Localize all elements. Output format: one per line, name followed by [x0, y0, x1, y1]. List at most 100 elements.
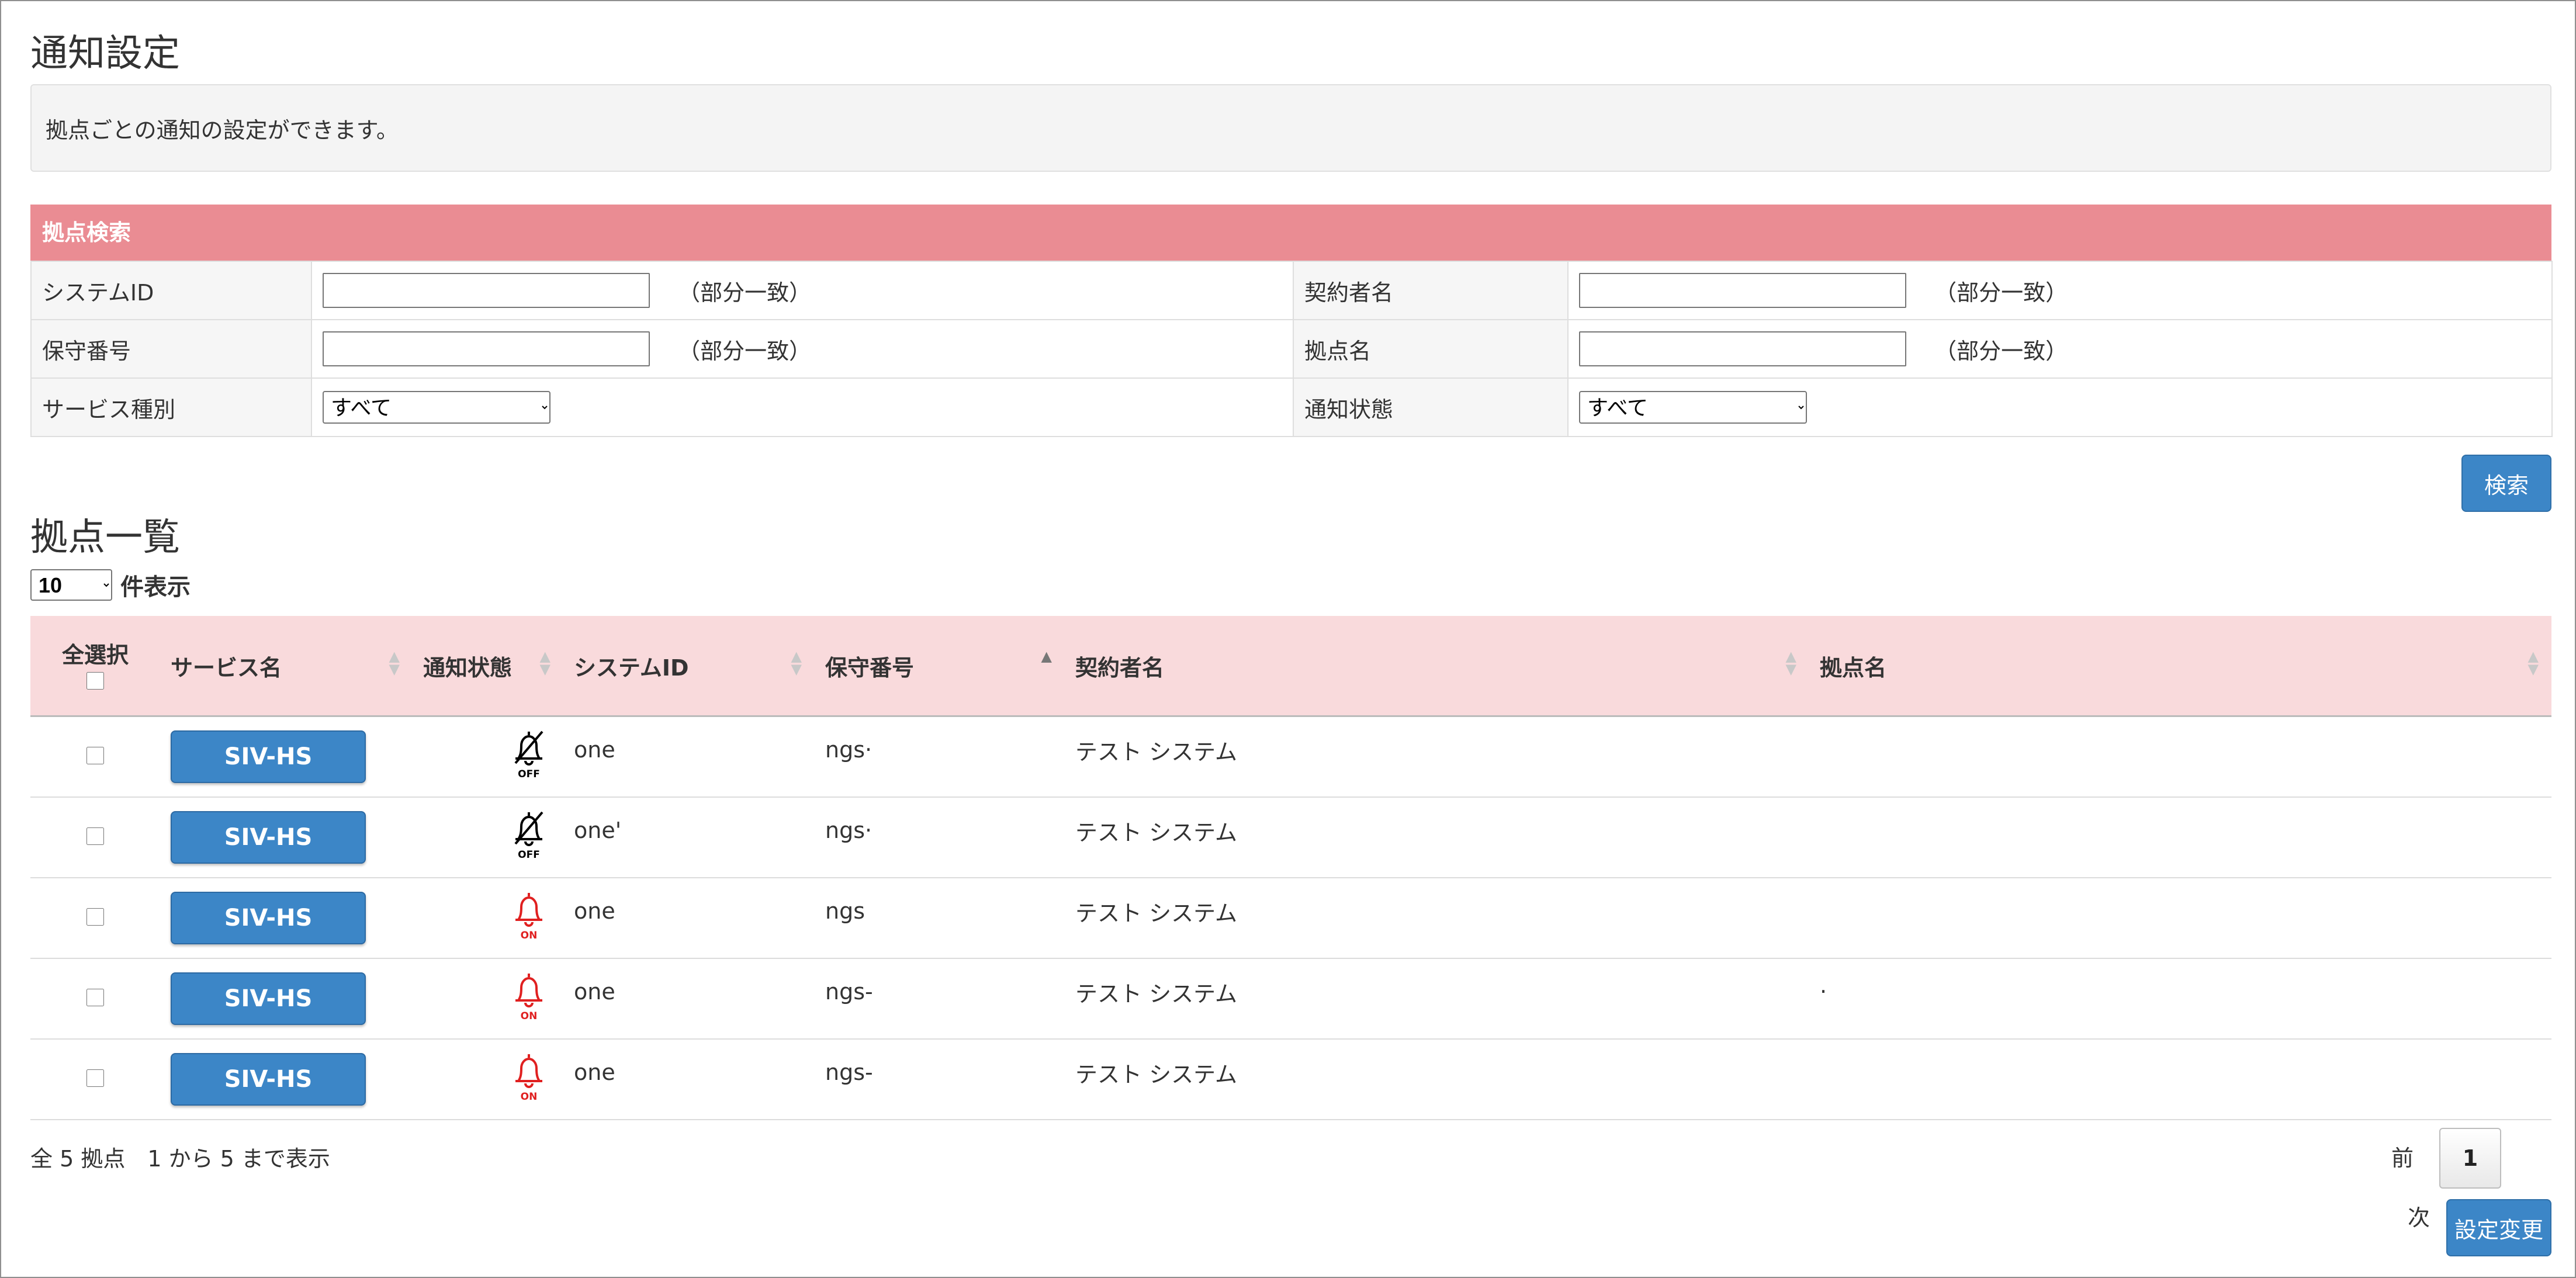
service-cell: SIV-HS	[160, 878, 413, 959]
pagination: 前 1次	[2382, 1128, 2551, 1231]
svg-text:ON: ON	[521, 1091, 538, 1103]
service-button[interactable]: SIV-HS	[171, 811, 366, 864]
contractor-cell: テスト システム	[1065, 1039, 1809, 1120]
system-id-value: one	[574, 979, 615, 1005]
site-search-panel: 拠点検索 システムID （部分一致） 契約者名 （部分一致） 保守番号 （部分一…	[30, 205, 2553, 437]
sort-icon: ▲ ▼	[539, 648, 550, 677]
column-header-maintenance-no[interactable]: 保守番号 ▲	[815, 616, 1065, 717]
contractor-value: テスト システム	[1075, 900, 1237, 926]
site-name-input[interactable]	[1579, 331, 1906, 366]
site-list-body: SIV-HS OFF one ngs· テスト システム SIV-HS OFF one' ngs…	[30, 716, 2551, 1120]
notify-status-select[interactable]: すべて	[1579, 391, 1807, 424]
system-id-cell: one	[563, 1039, 815, 1120]
page-length-select[interactable]: 10	[30, 569, 112, 601]
system-id-value: one	[574, 1059, 615, 1085]
system-id-cell: one	[563, 878, 815, 959]
partial-match-hint: （部分一致）	[678, 338, 812, 364]
search-form-table: システムID （部分一致） 契約者名 （部分一致） 保守番号 （部分一致） 拠点…	[30, 261, 2553, 437]
service-button[interactable]: SIV-HS	[171, 892, 366, 944]
service-button[interactable]: SIV-HS	[171, 730, 366, 783]
row-select-cell	[30, 878, 160, 959]
notify-cell: OFF	[413, 716, 563, 798]
table-row: SIV-HS ON one ngs- テスト システム	[30, 1039, 2551, 1120]
bell-on-icon[interactable]: ON	[511, 1051, 563, 1109]
partial-match-hint: （部分一致）	[1934, 279, 2068, 306]
service-button[interactable]: SIV-HS	[171, 1053, 366, 1106]
row-select-cell	[30, 958, 160, 1040]
system-id-input[interactable]	[323, 273, 650, 308]
system-id-cell: one	[563, 716, 815, 798]
notify-cell: ON	[413, 958, 563, 1040]
site-cell	[1809, 878, 2551, 959]
service-cell: SIV-HS	[160, 958, 413, 1040]
pagination-prev[interactable]: 前	[2382, 1129, 2423, 1187]
column-label: 保守番号	[825, 654, 915, 681]
row-checkbox[interactable]	[86, 1069, 104, 1087]
bell-off-icon[interactable]: OFF	[511, 809, 563, 867]
row-checkbox[interactable]	[86, 827, 104, 845]
site-cell	[1809, 716, 2551, 798]
bell-on-icon[interactable]: ON	[511, 889, 563, 947]
contractor-label: 契約者名	[1293, 261, 1569, 320]
window-frame: 通知設定 拠点ごとの通知の設定ができます。 拠点検索 システムID （部分一致）…	[0, 0, 2576, 1278]
notify-cell: OFF	[413, 797, 563, 878]
maintenance-no-input[interactable]	[323, 331, 650, 366]
notify-status-cell: すべて	[1567, 377, 2553, 437]
column-label: サービス名	[171, 654, 282, 681]
maintenance-no-value: ngs·	[825, 818, 872, 843]
maintenance-no-cell: ngs·	[815, 716, 1065, 798]
apply-settings-button[interactable]: 設定変更	[2446, 1199, 2551, 1256]
site-name-label: 拠点名	[1293, 319, 1569, 379]
system-id-value: one	[574, 737, 615, 763]
maintenance-no-cell: （部分一致）	[311, 319, 1294, 379]
description-box: 拠点ごとの通知の設定ができます。	[30, 84, 2551, 172]
service-button[interactable]: SIV-HS	[171, 972, 366, 1025]
row-checkbox[interactable]	[86, 747, 104, 764]
column-header-site[interactable]: 拠点名 ▲ ▼	[1809, 616, 2551, 717]
service-type-cell: すべて	[311, 377, 1294, 437]
search-button[interactable]: 検索	[2461, 455, 2551, 512]
description-text: 拠点ごとの通知の設定ができます。	[46, 117, 399, 143]
contractor-value: テスト システム	[1075, 1061, 1237, 1087]
service-cell: SIV-HS	[160, 1039, 413, 1120]
service-cell: SIV-HS	[160, 716, 413, 798]
bell-off-icon[interactable]: OFF	[511, 728, 563, 786]
column-label: 契約者名	[1075, 654, 1165, 681]
maintenance-no-cell: ngs-	[815, 1039, 1065, 1120]
row-select-cell	[30, 716, 160, 798]
contractor-value: テスト システム	[1075, 819, 1237, 846]
site-cell	[1809, 1039, 2551, 1120]
maintenance-no-value: ngs-	[825, 979, 873, 1005]
bell-on-icon[interactable]: ON	[511, 970, 563, 1028]
pagination-page-current[interactable]: 1	[2439, 1128, 2501, 1189]
table-info-summary: 全 5 拠点 1 から 5 まで表示	[30, 1146, 330, 1172]
partial-match-hint: （部分一致）	[678, 279, 812, 306]
row-select-cell	[30, 1039, 160, 1120]
contractor-input[interactable]	[1579, 273, 1906, 308]
service-type-label: サービス種別	[30, 377, 312, 437]
service-type-select[interactable]: すべて	[323, 391, 550, 424]
svg-text:OFF: OFF	[518, 768, 540, 780]
row-checkbox[interactable]	[86, 908, 104, 926]
maintenance-no-label: 保守番号	[30, 319, 312, 379]
site-cell: ·	[1809, 958, 2551, 1040]
column-header-system-id[interactable]: システムID ▲ ▼	[563, 616, 815, 717]
column-header-contractor[interactable]: 契約者名 ▲ ▼	[1065, 616, 1809, 717]
pagination-next[interactable]: 次	[2398, 1189, 2439, 1247]
contractor-cell: テスト システム	[1065, 878, 1809, 959]
row-checkbox[interactable]	[86, 989, 104, 1006]
sort-icon: ▲ ▼	[389, 648, 400, 677]
column-label: 拠点名	[1820, 654, 1887, 681]
column-header-service[interactable]: サービス名 ▲ ▼	[160, 616, 413, 717]
system-id-value: one'	[574, 818, 622, 843]
system-id-label: システムID	[30, 261, 312, 320]
svg-text:OFF: OFF	[518, 849, 540, 861]
table-row: SIV-HS OFF one' ngs· テスト システム	[30, 797, 2551, 878]
table-row: SIV-HS ON one ngs- テスト システム ·	[30, 958, 2551, 1040]
notify-cell: ON	[413, 878, 563, 959]
select-all-checkbox[interactable]	[86, 671, 104, 690]
column-header-notify[interactable]: 通知状態 ▲ ▼	[413, 616, 563, 717]
notify-cell: ON	[413, 1039, 563, 1120]
select-all-label: 全選択	[61, 642, 129, 668]
select-all-header: 全選択	[30, 616, 160, 717]
